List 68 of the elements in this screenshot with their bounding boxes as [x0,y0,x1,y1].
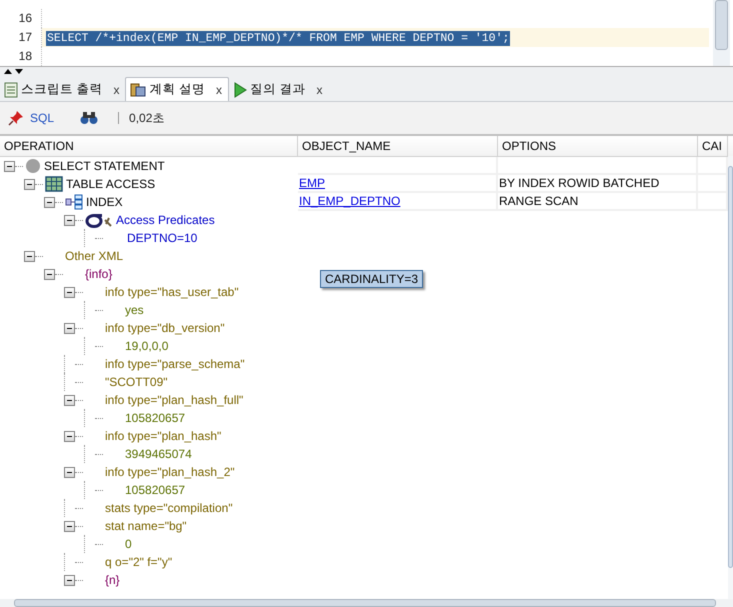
tree-node-label[interactable]: 0 [105,537,132,551]
collapse-toggle[interactable] [64,286,75,298]
tree-node-label[interactable]: stats type="compilation" [85,501,233,515]
elapsed-time: 0,02초 [129,110,164,126]
tree-node-label[interactable]: 105820657 [105,411,186,425]
scrollbar[interactable] [728,156,733,599]
close-button[interactable]: x [316,82,322,96]
tree-node-label[interactable]: SELECT STATEMENT [44,159,165,173]
tree-node-label[interactable]: info type="plan_hash" [85,429,222,443]
tab[interactable]: 질의 결과 x [228,78,328,101]
tab[interactable]: 계획 설명 x [125,77,229,101]
plan-icon [130,82,146,98]
collapse-toggle[interactable] [24,250,35,262]
document-icon [4,82,18,98]
column-header[interactable]: CAI [698,136,728,156]
tree-node-label[interactable]: DEPTNO=10 [105,231,198,245]
collapse-toggle[interactable] [64,574,75,586]
column-header[interactable]: OPERATION [0,136,298,156]
tree-node-label[interactable]: Other XML [45,249,124,263]
close-button[interactable]: x [113,82,120,96]
tree-node-label[interactable]: info type="has_user_tab" [85,285,239,299]
filter-icon [85,212,113,228]
tree-node-label[interactable]: 3949465074 [105,447,192,461]
tree-node-label[interactable]: INDEX [86,195,123,209]
table-icon [45,176,63,192]
line-number: 17 [0,28,42,47]
table-cell: BY INDEX ROWID BATCHED [498,175,698,193]
collapse-toggle[interactable] [44,196,55,208]
column-header[interactable]: OBJECT_NAME [298,136,498,156]
tree-node-label[interactable]: info type="plan_hash_2" [85,465,235,479]
scrollbar[interactable] [713,0,730,66]
column-header[interactable]: OPTIONS [498,136,698,156]
collapse-toggle[interactable] [64,322,75,334]
collapse-toggle[interactable] [64,430,75,442]
object-link[interactable]: EMP [299,176,326,190]
object-link[interactable]: IN_EMP_DEPTNO [299,194,400,208]
tree-node-label[interactable]: {info} [65,267,112,281]
collapse-toggle[interactable] [64,466,75,478]
tree-node-label[interactable]: 19,0,0,0 [105,339,168,353]
tab[interactable]: 스크립트 출력 x [0,78,126,101]
code-editor[interactable]: 16 17 SELECT /*+index(EMP IN_EMP_DEPTNO)*/* FROM EMP WHERE DEPTNO = '10'; 18 [0,0,733,67]
table-cell: RANGE SCAN [498,193,698,211]
tree-node-label[interactable]: {n} [85,573,120,587]
collapse-toggle[interactable] [4,160,15,172]
close-button[interactable]: x [216,82,222,96]
collapse-toggle[interactable] [64,214,75,226]
tree-node-label[interactable]: stat name="bg" [85,519,187,533]
tooltip: CARDINALITY=3 [320,270,424,288]
tree-node-label[interactable]: 105820657 [105,483,186,497]
index-icon [65,194,83,210]
tree-node-label[interactable]: q o="2" f="y" [85,555,172,569]
sql-button[interactable]: SQL [30,111,54,125]
horizontal-scrollbar[interactable] [0,599,733,607]
tree-node-label[interactable]: TABLE ACCESS [66,177,156,191]
collapse-toggle[interactable] [24,178,35,190]
play-icon [232,82,247,98]
binoculars-icon[interactable] [80,111,98,125]
tree-node-label[interactable]: info type="parse_schema" [85,357,245,371]
tree-node-label[interactable]: Access Predicates [116,213,215,227]
collapse-toggle[interactable] [64,520,75,532]
tree-node-label[interactable]: "SCOTT09" [85,375,168,389]
circle-icon [25,158,41,174]
tree-node-label[interactable]: yes [105,303,144,317]
pin-icon[interactable] [8,110,24,126]
tree-node-label[interactable]: info type="plan_hash_full" [85,393,244,407]
collapse-toggle[interactable] [44,268,55,280]
tree-node-label[interactable]: info type="db_version" [85,321,225,335]
collapse-toggle[interactable] [64,394,75,406]
